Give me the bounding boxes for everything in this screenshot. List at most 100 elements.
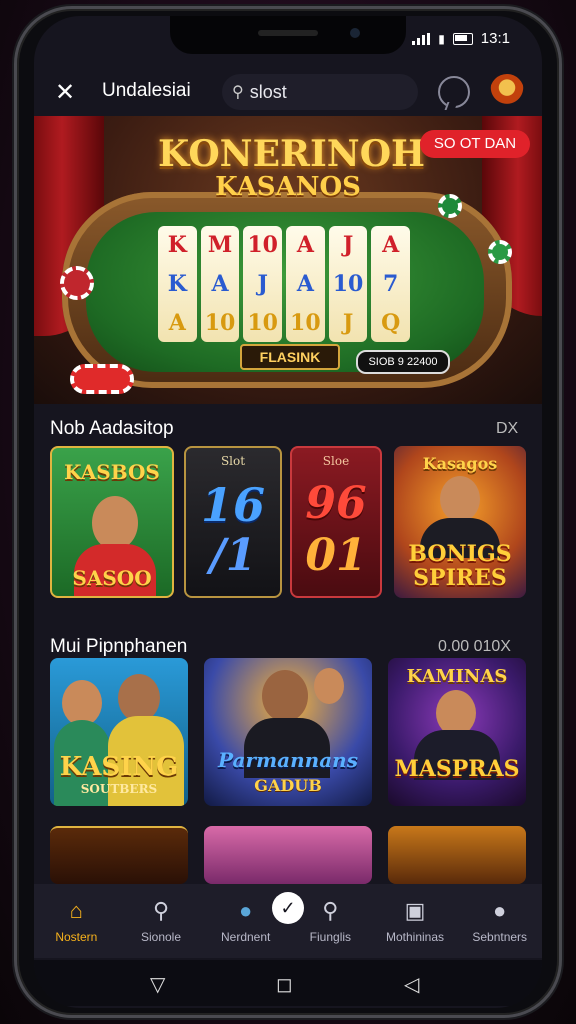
- section-more-button[interactable]: DX: [496, 420, 518, 438]
- back-triangle-icon[interactable]: ▽: [150, 972, 165, 997]
- rocket-icon: ●: [239, 898, 253, 923]
- nav-label: Nerdnent: [220, 930, 271, 944]
- system-nav-bar: ▽ ◻ ◁: [34, 960, 542, 1006]
- game-card[interactable]: Sloe 96 01: [290, 446, 382, 598]
- cards-icon: ▣: [404, 898, 426, 923]
- slot-reel: A A 10: [286, 226, 325, 342]
- front-camera: [350, 28, 360, 38]
- game-card[interactable]: Kasagos BONIGS SPIRES: [394, 446, 526, 598]
- nav-label: Sionole: [140, 930, 182, 944]
- avatar-icon[interactable]: [490, 74, 524, 108]
- nav-label: Fiunglis: [309, 930, 352, 944]
- card-title: KASING: [59, 752, 179, 782]
- nav-label: Sebntners: [472, 930, 528, 944]
- section-title: Nob Aadasitop: [50, 418, 174, 439]
- reel-symbol: A: [211, 270, 229, 297]
- center-action-button[interactable]: ✓: [272, 892, 304, 924]
- reel-symbol: 10: [247, 232, 278, 259]
- card-title: KASBOS: [64, 460, 160, 484]
- card-number: 96: [305, 478, 367, 529]
- reel-symbol: 10: [290, 309, 321, 336]
- chip-icon: [488, 240, 512, 264]
- home-icon: ⌂: [69, 898, 83, 923]
- reel-symbol: K: [167, 270, 187, 297]
- app-header: ✕ Undalesiai ⚲ slost: [34, 68, 542, 116]
- reel-symbol: 10: [204, 309, 236, 336]
- game-card[interactable]: Slot 16 /1: [184, 446, 282, 598]
- reel-symbol: 10: [247, 309, 278, 336]
- recent-icon[interactable]: ◁: [404, 972, 419, 997]
- search-input[interactable]: ⚲ slost: [222, 74, 418, 110]
- reel-symbol: A: [296, 232, 314, 259]
- user-icon: ●: [493, 898, 507, 923]
- nav-item-magnifier[interactable]: ⚲ Fiunglis: [288, 884, 373, 958]
- reel-symbol: 10: [332, 270, 364, 297]
- nav-label: Nostern: [55, 930, 98, 944]
- reel-symbol: A: [168, 309, 186, 336]
- nav-item-cards[interactable]: ▣ Mothininas: [373, 884, 458, 958]
- card-title: Sloe: [322, 454, 350, 468]
- game-card[interactable]: KAMINAS MASPRAS: [388, 658, 526, 806]
- reel-symbol: J: [342, 232, 354, 259]
- slot-reels: K K A M A 10 10 J 10 A A 10 J 10 J A 7 Q: [158, 226, 411, 342]
- reel-symbol: 7: [383, 270, 399, 297]
- game-card[interactable]: Parmannans GADUB: [204, 658, 372, 806]
- slot-reel: J 10 J: [328, 226, 368, 342]
- card-number: 16: [200, 478, 265, 532]
- character-face: [118, 674, 160, 722]
- live-badge[interactable]: SO OT DAN: [420, 130, 530, 158]
- hero-title: KONERINOH: [158, 133, 426, 175]
- slot-reel: KKA: [158, 226, 197, 342]
- signal-icon: [412, 32, 431, 45]
- character-face: [92, 496, 138, 550]
- chat-bubble-icon[interactable]: [438, 76, 470, 108]
- nav-item-rocket[interactable]: ● Nerdnent: [203, 884, 288, 958]
- hero-banner[interactable]: KONERINOH KASANOS SO OT DAN K K A M A 10 10 J 10…: [34, 116, 542, 404]
- slot-reel: A 7 Q: [371, 226, 411, 342]
- nav-item-home[interactable]: ⌂ Nostern: [34, 884, 119, 958]
- game-card[interactable]: [388, 826, 526, 884]
- character-face: [262, 670, 308, 722]
- nav-label: Mothininas: [386, 930, 445, 944]
- card-caption: GADUB: [254, 776, 322, 795]
- card-caption: MASPRAS: [394, 756, 520, 782]
- app-name: Undalesiai: [102, 80, 191, 101]
- reel-symbol: Q: [381, 309, 401, 336]
- status-time: 13:1: [480, 30, 510, 47]
- character-face: [440, 476, 480, 522]
- card-title: KAMINAS: [406, 666, 508, 687]
- card-number-sub: /1: [209, 530, 257, 581]
- game-card[interactable]: KASBOS SASOO: [50, 446, 174, 598]
- reel-symbol: A: [382, 232, 400, 259]
- search-value: slost: [249, 81, 287, 102]
- section-more-button[interactable]: 0.00 010X: [438, 638, 511, 656]
- card-title: Parmannans: [218, 748, 358, 772]
- search-icon: ⚲: [152, 898, 170, 923]
- nav-item-search[interactable]: ⚲ Sionole: [119, 884, 204, 958]
- reel-symbol: A: [296, 270, 314, 297]
- game-card[interactable]: KASING SOUTBERS: [50, 658, 188, 806]
- game-card[interactable]: [50, 826, 188, 884]
- close-x-icon[interactable]: ✕: [50, 78, 80, 108]
- card-number-sub: 01: [305, 530, 367, 581]
- battery-icon: [452, 32, 473, 45]
- slot-reel: 10 J 10: [243, 226, 283, 342]
- card-caption: BONIGS SPIRES: [408, 541, 512, 591]
- reel-symbol: K: [167, 232, 187, 259]
- home-square-icon[interactable]: ◻: [276, 972, 293, 997]
- chip-icon: [60, 266, 94, 300]
- slot-reel: M A 10: [200, 226, 240, 342]
- reel-symbol: J: [257, 270, 268, 297]
- game-card[interactable]: [204, 826, 372, 884]
- speaker-grille: [258, 30, 318, 36]
- search-icon: ⚲: [232, 84, 244, 101]
- reel-symbol: J: [342, 309, 354, 336]
- nav-item-profile[interactable]: ● Sebntners: [457, 884, 542, 958]
- app-screen: ▮ 13:1 ✕ Undalesiai ⚲ slost KONERINOH KA…: [34, 16, 542, 1008]
- table-amount: SIOB 9 22400: [356, 350, 450, 374]
- card-caption: SASOO: [72, 566, 152, 590]
- card-title: Kasagos: [422, 454, 498, 473]
- section-title: Mui Pipnphanen: [50, 636, 188, 657]
- magnifier-icon: ⚲: [322, 898, 339, 923]
- reel-symbol: M: [207, 232, 233, 259]
